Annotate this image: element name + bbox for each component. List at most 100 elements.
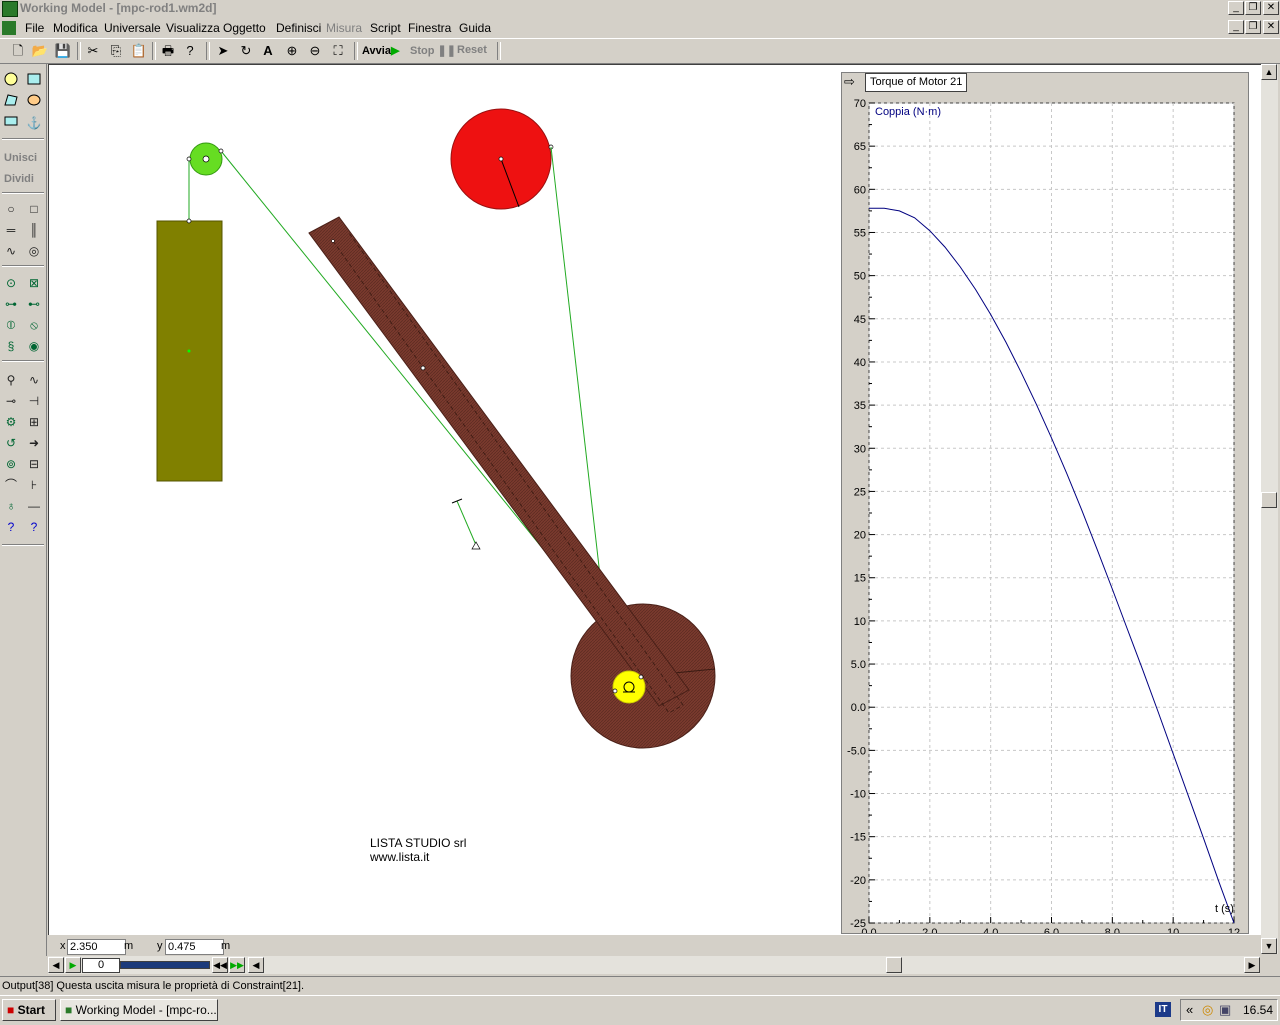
- reset-button[interactable]: Reset: [457, 44, 487, 56]
- force-tool-icon[interactable]: ➜: [24, 434, 44, 452]
- actuator-tool-icon[interactable]: ⊞: [24, 413, 44, 431]
- pin-joint-icon[interactable]: ⊙: [1, 274, 21, 292]
- linear-actuator-icon[interactable]: ⊟: [24, 455, 44, 473]
- vertical-scrollbar[interactable]: ▲ ▼: [1261, 64, 1278, 954]
- vertical-keyed-slot-icon[interactable]: ⦸: [24, 316, 44, 334]
- help-icon[interactable]: ?: [180, 42, 200, 60]
- frame-counter[interactable]: 0: [82, 958, 120, 973]
- fast-forward-icon[interactable]: ▶▶: [229, 957, 245, 973]
- step-back-icon[interactable]: ◀: [48, 957, 64, 973]
- workspace[interactable]: LISTA STUDIO srl www.lista.it 70 65 60 55 50…: [48, 64, 1261, 935]
- horizontal-slot-icon[interactable]: ═: [1, 221, 21, 239]
- start-button[interactable]: ■ Start: [2, 999, 56, 1021]
- print-icon[interactable]: 🖶: [158, 42, 178, 60]
- motor-tool-icon[interactable]: ⊚: [1, 455, 21, 473]
- hscroll-thumb[interactable]: [886, 957, 902, 973]
- tray-clock-app-icon[interactable]: ◎: [1202, 1002, 1213, 1018]
- taskbar-task-label: Working Model - [mpc-ro...: [75, 1003, 217, 1017]
- vertical-pin-slot-icon[interactable]: ⦶: [1, 316, 21, 334]
- torque-tool-icon[interactable]: ↺: [1, 434, 21, 452]
- spring-tool-icon[interactable]: ∿: [24, 371, 44, 389]
- polygon-tool-icon[interactable]: [1, 93, 21, 111]
- scroll-down-icon[interactable]: ▼: [1261, 938, 1277, 954]
- query-tool-icon[interactable]: ?: [1, 518, 21, 536]
- scroll-thumb[interactable]: [1261, 492, 1277, 508]
- scroll-up-icon[interactable]: ▲: [1261, 64, 1277, 80]
- damper-tool-icon[interactable]: ⊸: [1, 392, 21, 410]
- zoom-in-icon[interactable]: ⊕: [282, 42, 302, 60]
- horizontal-pin-slot-icon[interactable]: ⊶: [1, 295, 21, 313]
- y-coord-field[interactable]: 0.475: [165, 939, 224, 955]
- curve-path-icon[interactable]: ⌒: [1, 476, 21, 494]
- arrow-pointer-icon[interactable]: ➤: [213, 42, 233, 60]
- gear-tool-icon[interactable]: ⚙: [1, 413, 21, 431]
- menu-universale[interactable]: Universale: [104, 21, 161, 35]
- curved-pin-slot-icon[interactable]: §: [1, 337, 21, 355]
- rewind-icon[interactable]: ◀◀: [212, 957, 228, 973]
- menu-file[interactable]: File: [25, 21, 44, 35]
- scroll-left-icon[interactable]: ◀: [248, 957, 264, 973]
- restore-icon[interactable]: ❐: [1245, 1, 1261, 15]
- curved-body-tool-icon[interactable]: [24, 93, 44, 111]
- menu-script[interactable]: Script: [370, 21, 401, 35]
- rigid-joint-icon[interactable]: ⊠: [24, 274, 44, 292]
- close-icon[interactable]: ✕: [1263, 1, 1279, 15]
- text-tool-icon[interactable]: A: [258, 42, 278, 60]
- horizontal-keyed-slot-icon[interactable]: ⊷: [24, 295, 44, 313]
- rod-tool-icon[interactable]: ⚲: [1, 371, 21, 389]
- scroll-right-icon[interactable]: ▶: [1244, 957, 1260, 973]
- split-button[interactable]: Dividi: [4, 173, 34, 185]
- rope-tool-icon[interactable]: ⊣: [24, 392, 44, 410]
- separator-tool-icon[interactable]: ⊦: [24, 476, 44, 494]
- open-folder-icon[interactable]: 📂: [30, 42, 50, 60]
- x-coord-field[interactable]: 2.350: [67, 939, 126, 955]
- curved-slot-icon[interactable]: ∿: [1, 242, 21, 260]
- taskbar-working-model[interactable]: ■ Working Model - [mpc-ro...: [60, 999, 218, 1021]
- zoom-out-icon[interactable]: ⊖: [305, 42, 325, 60]
- point-tool-icon[interactable]: ○: [1, 200, 21, 218]
- rod[interactable]: [308, 216, 690, 707]
- query-point-icon[interactable]: ?: [24, 518, 44, 536]
- curved-keyed-slot-icon[interactable]: ◉: [24, 337, 44, 355]
- rotate-icon[interactable]: ↻: [236, 42, 256, 60]
- menu-visualizza[interactable]: Visualizza: [166, 21, 220, 35]
- tape-progress[interactable]: [120, 961, 210, 969]
- play-forward-icon[interactable]: ▶: [65, 957, 81, 973]
- minimize-icon[interactable]: _: [1228, 1, 1244, 15]
- doc-icon[interactable]: [2, 21, 16, 35]
- closed-slot-icon[interactable]: ◎: [24, 242, 44, 260]
- vertical-slot-icon[interactable]: ║: [24, 221, 44, 239]
- cut-icon[interactable]: ✂: [83, 42, 103, 60]
- join-button[interactable]: Unisci: [4, 152, 37, 164]
- doc-restore-icon[interactable]: ❐: [1245, 20, 1261, 34]
- menu-guida[interactable]: Guida: [459, 21, 491, 35]
- rectangle-tool-icon[interactable]: [24, 72, 44, 90]
- save-icon[interactable]: 💾: [53, 42, 73, 60]
- tray-network-icon[interactable]: ▣: [1219, 1002, 1231, 1018]
- paste-icon[interactable]: 📋: [129, 42, 149, 60]
- graph-title[interactable]: Torque of Motor 21: [865, 73, 968, 92]
- pulley-tool-icon[interactable]: ♁: [1, 497, 21, 515]
- zoom-fit-icon[interactable]: ⛶: [328, 42, 348, 60]
- menu-oggetto[interactable]: Oggetto: [223, 21, 266, 35]
- new-file-icon[interactable]: 🗋: [8, 42, 28, 60]
- doc-close-icon[interactable]: ✕: [1263, 20, 1279, 34]
- run-button[interactable]: Avvia▶: [362, 44, 399, 57]
- small-rod[interactable]: [456, 500, 477, 546]
- graph-window[interactable]: 70 65 60 55 50 45 40 35 30 25 20 15 10 5.0 0.0 -5.0 -10 -…: [841, 72, 1249, 934]
- menu-finestra[interactable]: Finestra: [408, 21, 451, 35]
- square-tool-icon[interactable]: [1, 114, 21, 132]
- doc-minimize-icon[interactable]: _: [1228, 20, 1244, 34]
- stop-button[interactable]: Stop ❚❚: [410, 44, 456, 57]
- menu-misura[interactable]: Misura: [326, 21, 362, 35]
- tray-expand-icon[interactable]: «: [1186, 1002, 1193, 1017]
- graph-arrow-icon[interactable]: ⇨: [844, 74, 855, 90]
- circle-tool-icon[interactable]: [1, 72, 21, 90]
- anchor-tool-icon[interactable]: ⚓: [24, 114, 44, 132]
- copy-icon[interactable]: ⎘: [106, 42, 126, 60]
- menu-definisci[interactable]: Definisci: [276, 21, 321, 35]
- language-indicator[interactable]: IT: [1155, 1002, 1171, 1017]
- line-tool-icon[interactable]: —: [24, 497, 44, 515]
- menu-modifica[interactable]: Modifica: [53, 21, 98, 35]
- square-point-tool-icon[interactable]: □: [24, 200, 44, 218]
